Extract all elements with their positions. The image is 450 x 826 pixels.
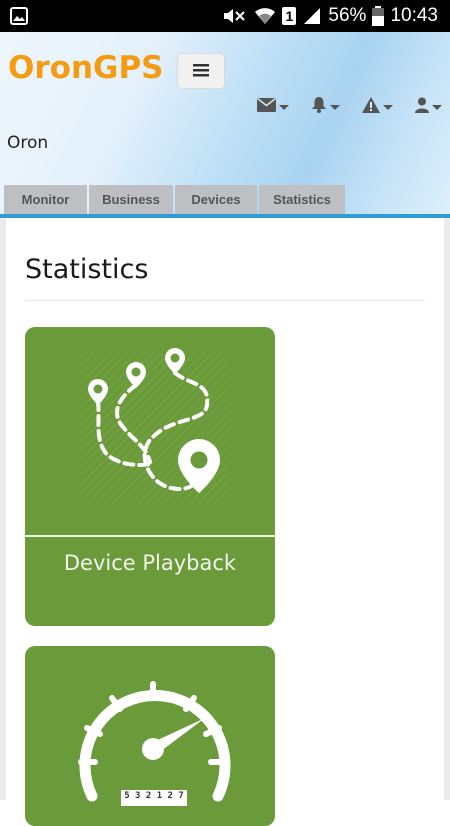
gallery-notification-icon — [10, 7, 28, 30]
card-label: Device Playback — [63, 551, 237, 575]
content-area: Statistics Device Playback 5 3 2 1 2 7 — [0, 218, 450, 826]
tab-statistics[interactable]: Statistics — [259, 185, 345, 214]
hamburger-icon — [193, 62, 209, 81]
user-icon — [415, 97, 429, 117]
app-header: OronGPS Oron Monitor Business Devices St… — [0, 32, 450, 218]
device-playback-card[interactable]: Device Playback — [25, 327, 275, 626]
tab-business[interactable]: Business — [89, 185, 173, 214]
card-divider — [25, 535, 275, 537]
warning-icon — [362, 96, 380, 117]
mute-vibrate-icon — [222, 6, 248, 26]
menu-toggle-button[interactable] — [177, 53, 225, 89]
wifi-icon — [254, 6, 276, 26]
bell-icon — [311, 96, 327, 117]
chevron-down-icon — [330, 105, 340, 110]
tab-monitor[interactable]: Monitor — [4, 185, 87, 214]
speed-statistics-card[interactable]: 5 3 2 1 2 7 — [25, 646, 275, 826]
clock: 10:43 — [390, 5, 438, 26]
alerts-dropdown[interactable] — [362, 96, 393, 117]
notifications-dropdown[interactable] — [311, 96, 340, 117]
chevron-down-icon — [279, 105, 289, 110]
title-divider — [25, 300, 425, 301]
sim-indicator: 1 — [282, 7, 297, 25]
chevron-down-icon — [432, 105, 442, 110]
main-tabs: Monitor Business Devices Statistics — [4, 185, 345, 214]
user-name: Oron — [7, 133, 49, 153]
battery-percent: 56% — [328, 5, 367, 26]
user-dropdown[interactable] — [415, 96, 442, 117]
envelope-icon — [257, 97, 276, 116]
page-title: Statistics — [25, 254, 149, 285]
chevron-down-icon — [383, 105, 393, 110]
messages-dropdown[interactable] — [257, 96, 289, 117]
status-bar: 1 56% 10:43 — [0, 0, 450, 32]
signal-icon — [302, 6, 322, 26]
statistics-panel: Statistics Device Playback 5 3 2 1 2 7 — [6, 218, 444, 826]
brand-logo[interactable]: OronGPS — [8, 50, 164, 86]
battery-icon — [372, 6, 385, 26]
tab-devices[interactable]: Devices — [175, 185, 257, 214]
